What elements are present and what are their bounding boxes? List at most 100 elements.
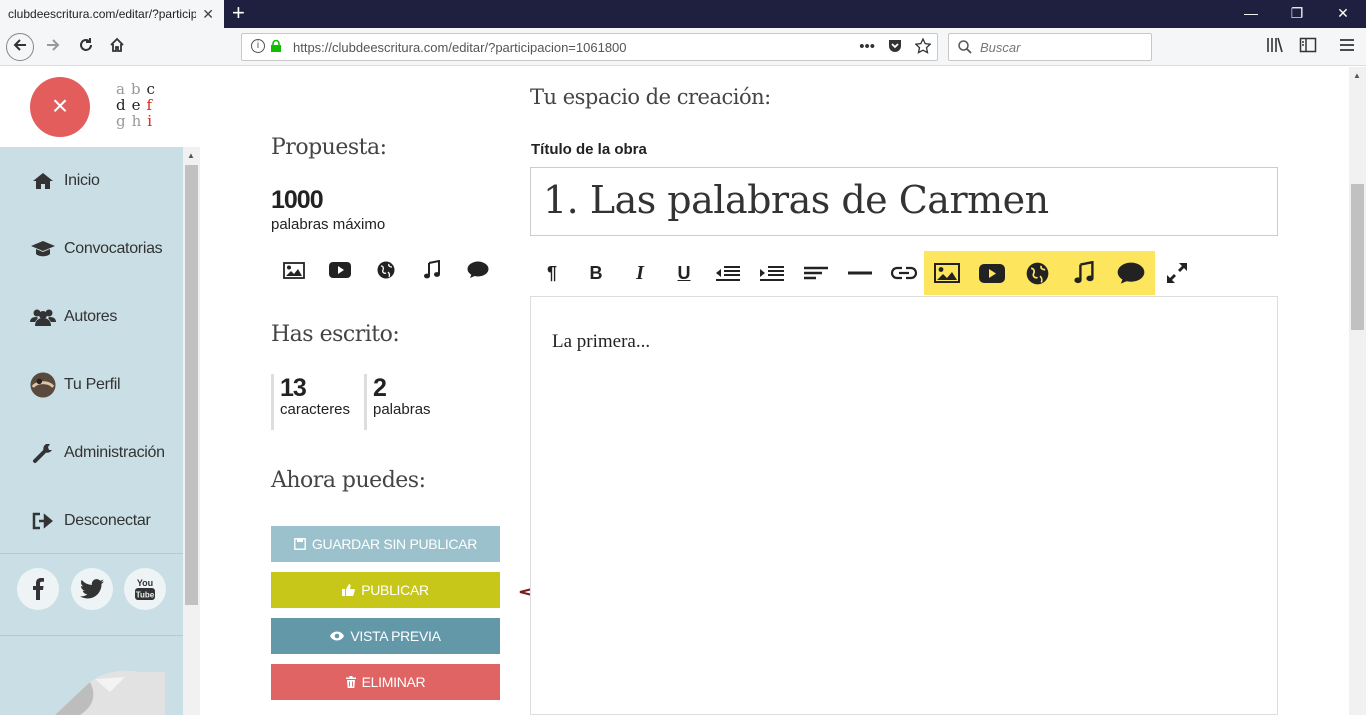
actions-heading: Ahora puedes: [271, 468, 426, 493]
menu-icon[interactable] [1338, 36, 1356, 54]
window-close-button[interactable]: ✕ [1320, 0, 1366, 28]
browser-tab-bar: clubdeescritura.com/editar/?particip ✕ +… [0, 0, 1366, 28]
bold-icon: B [589, 262, 603, 283]
twitter-icon [80, 579, 104, 599]
max-words-value: 1000 [271, 186, 324, 214]
thumbs-up-icon [342, 584, 356, 596]
restore-button[interactable]: ❐ [1274, 0, 1320, 28]
minimize-button[interactable]: — [1228, 0, 1274, 28]
align-left-icon [804, 266, 828, 280]
youtube-link[interactable]: You Tube [124, 568, 166, 610]
paragraph-button[interactable]: ¶ [530, 251, 574, 295]
menu-divider [0, 553, 183, 554]
site-logo[interactable]: abc def ghi [116, 81, 166, 129]
facebook-link[interactable] [17, 568, 59, 610]
sidebar-item-tu-perfil[interactable]: Tu Perfil [30, 370, 121, 400]
pocket-icon[interactable] [887, 38, 903, 54]
sidebar-item-label: Autores [64, 308, 118, 325]
library-icon[interactable] [1266, 36, 1284, 54]
forward-button[interactable] [39, 33, 67, 61]
publish-label: PUBLICAR [361, 582, 429, 598]
sidebar-item-autores[interactable]: Autores [30, 302, 117, 332]
music-icon [1074, 261, 1094, 284]
insert-image-button[interactable] [925, 251, 969, 295]
sidebar-item-inicio[interactable]: Inicio [30, 166, 100, 196]
words-stat: 2 palabras [364, 374, 431, 430]
menu-divider [0, 635, 183, 636]
page-scrollbar[interactable]: ▲ [1349, 67, 1366, 715]
browser-nav-bar: i https://clubdeescritura.com/editar/?pa… [0, 28, 1366, 66]
lock-icon [271, 40, 281, 52]
sidebar-menu: Inicio Convocatorias Autores Tu Perfil A… [0, 147, 183, 715]
link-button[interactable] [882, 251, 926, 295]
underline-button[interactable]: U [662, 251, 706, 295]
sidebar-toggle-icon[interactable] [1299, 36, 1317, 54]
save-draft-label: GUARDAR SIN PUBLICAR [311, 536, 478, 552]
video-icon [979, 263, 1005, 283]
comment-icon [467, 261, 489, 278]
title-input[interactable]: 1. Las palabras de Carmen [530, 167, 1278, 236]
url-bar[interactable]: i https://clubdeescritura.com/editar/?pa… [241, 33, 938, 61]
editor-toolbar: ¶ B I U [530, 251, 1278, 297]
home-button[interactable] [103, 33, 131, 61]
outdent-button[interactable] [706, 251, 750, 295]
tab-close-icon[interactable]: ✕ [202, 6, 214, 23]
editor-body[interactable]: La primera... [530, 297, 1278, 715]
fullscreen-button[interactable] [1155, 251, 1199, 295]
logo-row-1: abc [116, 81, 166, 97]
delete-button[interactable]: ELIMINAR [271, 664, 500, 700]
url-text[interactable]: https://clubdeescritura.com/editar/?part… [293, 40, 627, 55]
eye-icon [330, 631, 345, 641]
sidebar-item-desconectar[interactable]: Desconectar [30, 506, 151, 536]
insert-audio-button[interactable] [1062, 251, 1106, 295]
written-heading: Has escrito: [271, 322, 400, 347]
scrollbar-thumb[interactable] [185, 165, 198, 605]
chars-value: 13 [280, 374, 307, 402]
sidebar-scrollbar[interactable]: ▲ [183, 147, 200, 715]
scroll-up-icon[interactable]: ▲ [187, 151, 195, 160]
browser-tab[interactable]: clubdeescritura.com/editar/?particip ✕ [0, 0, 224, 28]
logo-row-2: def [116, 97, 166, 113]
paragraph-icon: ¶ [546, 262, 557, 283]
horizontal-rule-icon [848, 271, 872, 275]
italic-icon: I [636, 261, 644, 284]
horizontal-rule-button[interactable] [838, 251, 882, 295]
star-icon[interactable] [915, 38, 931, 54]
insert-video-button[interactable] [970, 251, 1014, 295]
sidebar-item-convocatorias[interactable]: Convocatorias [30, 234, 163, 264]
insert-comment-button[interactable] [1109, 251, 1153, 295]
twitter-link[interactable] [71, 568, 113, 610]
sidebar-item-label: Convocatorias [64, 240, 163, 257]
search-placeholder: Buscar [980, 40, 1021, 55]
users-icon [30, 309, 56, 326]
bold-button[interactable]: B [574, 251, 618, 295]
indent-icon [760, 266, 784, 281]
new-tab-button[interactable]: + [232, 0, 245, 28]
scroll-up-icon[interactable]: ▲ [1353, 71, 1361, 80]
scrollbar-thumb[interactable] [1351, 184, 1364, 330]
proposal-heading: Propuesta: [271, 135, 387, 160]
align-left-button[interactable] [794, 251, 838, 295]
insert-map-button[interactable] [1015, 251, 1059, 295]
back-arrow-icon [13, 39, 26, 51]
home-icon [33, 173, 53, 189]
trash-icon [345, 676, 356, 688]
search-bar[interactable]: Buscar [948, 33, 1152, 61]
sidebar-item-label: Administración [64, 444, 165, 461]
editor-text[interactable]: La primera... [552, 331, 650, 353]
globe-icon [377, 261, 395, 279]
page-actions-icon[interactable]: ••• [859, 38, 875, 55]
sidebar-item-administracion[interactable]: Administración [30, 438, 165, 468]
image-icon [283, 261, 305, 279]
close-editor-button[interactable]: × [30, 77, 90, 137]
back-button[interactable] [6, 33, 34, 61]
save-draft-button[interactable]: GUARDAR SIN PUBLICAR [271, 526, 500, 562]
logo-text-gh: gh [116, 112, 148, 130]
italic-button[interactable]: I [618, 251, 662, 295]
info-icon[interactable]: i [251, 39, 265, 53]
indent-button[interactable] [750, 251, 794, 295]
preview-button[interactable]: VISTA PREVIA [271, 618, 500, 654]
outdent-icon [716, 266, 740, 281]
reload-button[interactable] [72, 33, 100, 61]
publish-button[interactable]: PUBLICAR [271, 572, 500, 608]
